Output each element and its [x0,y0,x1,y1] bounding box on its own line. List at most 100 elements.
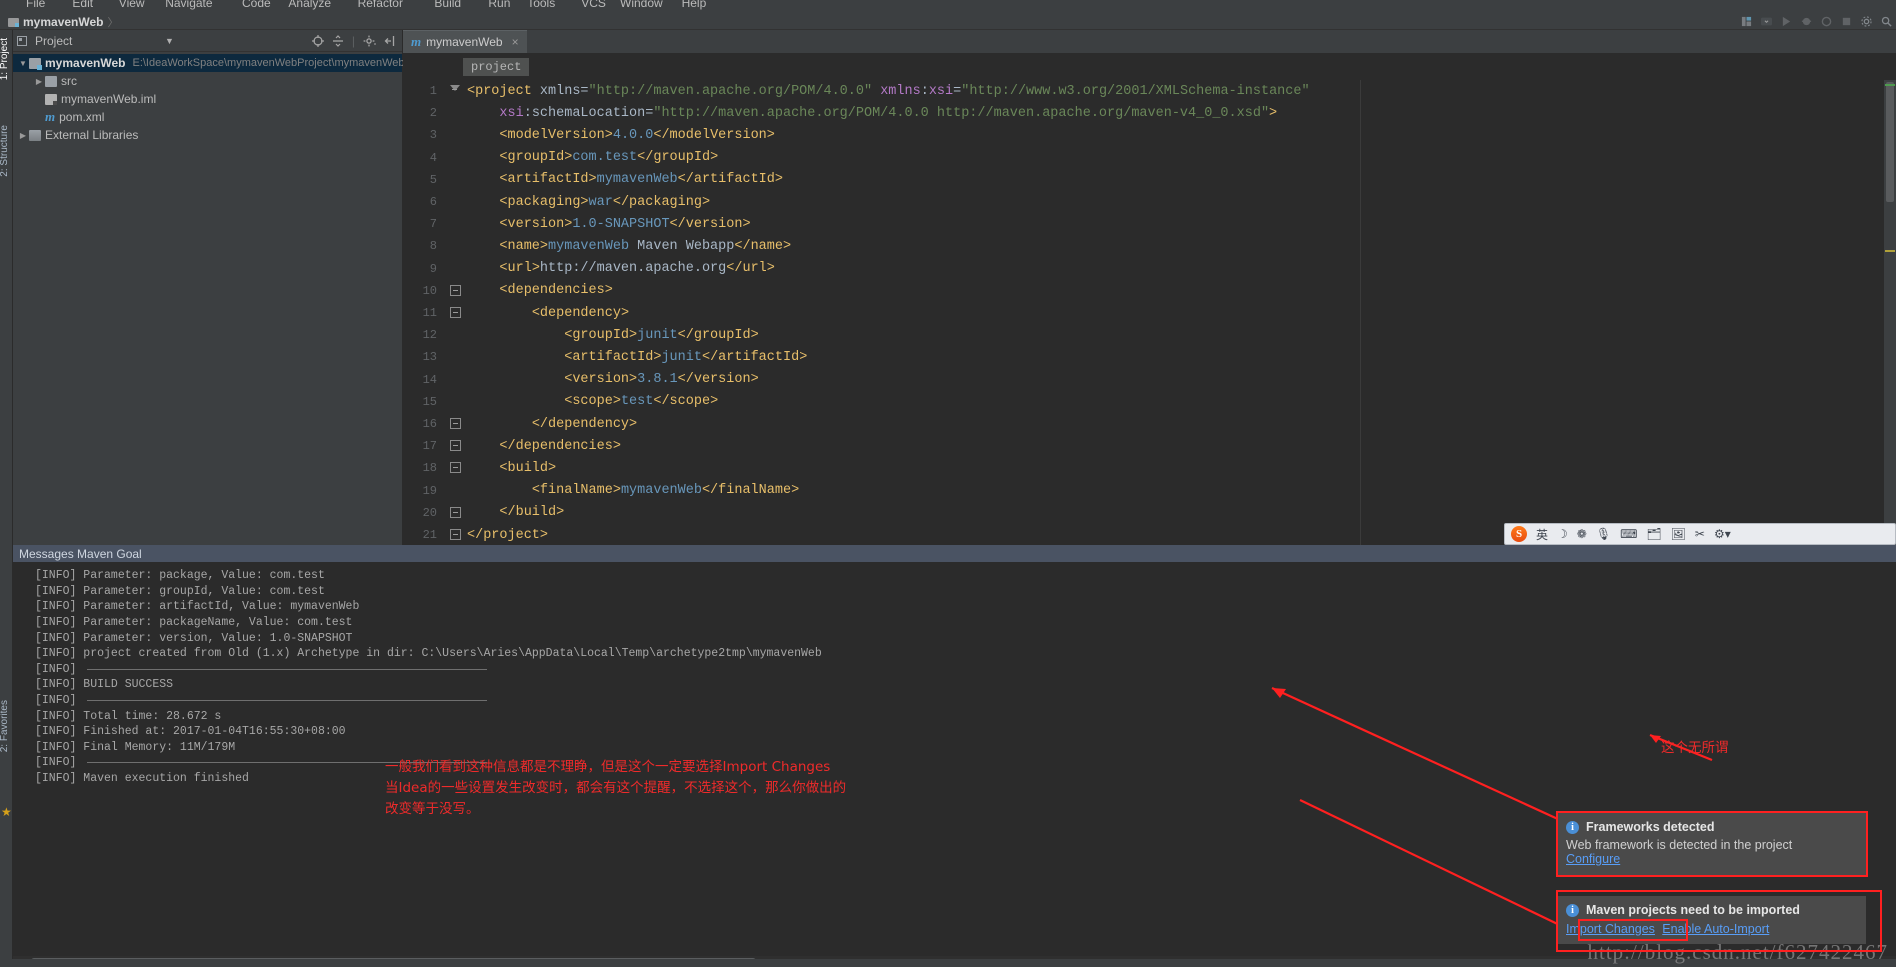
code-line[interactable]: 1 <project xmlns="http://maven.apache.org… [403,80,1896,102]
project-tree[interactable]: ▼ mymavenWeb E:\IdeaWorkSpace\mymavenWebPr… [13,52,405,144]
window-controls[interactable] [1741,13,1892,30]
ime-image-icon[interactable]: 🖼 [1671,527,1686,541]
sogou-logo-icon[interactable]: S [1511,526,1527,542]
menu-item-refactor[interactable]: Refactor [358,0,403,10]
expand-arrow-down-icon[interactable]: ▼ [17,59,29,68]
code-line[interactable]: 16 </dependency> [403,413,1896,435]
code-line[interactable]: 18 <build> [403,457,1896,479]
database-icon[interactable] [1741,16,1752,27]
fold-marker[interactable] [450,462,461,474]
ime-box-icon[interactable]: 🗂 [1646,527,1661,541]
favorites-strip[interactable]: 2: Favorites ★ [0,700,13,967]
fold-gutter[interactable] [445,524,467,545]
fold-gutter[interactable] [445,147,467,169]
ime-mode-label[interactable]: 英 [1536,526,1548,543]
code-line[interactable]: 12 <groupId>junit</groupId> [403,324,1896,346]
fold-gutter[interactable] [445,191,467,213]
menu-item-edit[interactable]: Edit [72,0,93,10]
fold-marker[interactable] [450,529,461,540]
code-line[interactable]: 4 <groupId>com.test</groupId> [403,147,1896,169]
ime-keyboard-icon[interactable]: ⌨ [1620,527,1637,541]
code-line[interactable]: 20 </build> [403,502,1896,524]
fold-gutter[interactable] [445,369,467,391]
ime-mic-icon[interactable]: 🎙 [1596,527,1611,541]
menu-item-file[interactable]: File [26,0,45,10]
sidebar-item-project[interactable]: 1: Project [0,38,10,80]
code-editor[interactable]: 1 <project xmlns="http://maven.apache.org… [403,80,1896,545]
code-line[interactable]: 10 <dependencies> [403,280,1896,302]
run-config-dropdown-icon[interactable] [1761,16,1772,27]
breadcrumb-chip-project[interactable]: project [463,57,530,76]
console-output[interactable]: [INFO] Parameter: package, Value: com.te… [13,562,1896,786]
fold-marker[interactable] [450,85,461,96]
menu-item-tools[interactable]: Tools [527,0,555,10]
fold-gutter[interactable] [445,391,467,413]
fold-gutter[interactable] [445,435,467,457]
fold-gutter[interactable] [445,258,467,280]
code-line[interactable]: 9 <url>http://maven.apache.org</url> [403,258,1896,280]
fold-gutter[interactable] [445,80,467,102]
ime-toolbar[interactable]: S 英 ☽ ❁ 🎙 ⌨ 🗂 🖼 ✂ ⚙▾ [1504,523,1896,545]
hide-panel-icon[interactable] [384,35,396,47]
chevron-down-icon[interactable]: ▼ [165,36,174,46]
fold-gutter[interactable] [445,235,467,257]
collapse-all-icon[interactable] [332,34,344,47]
fold-marker[interactable] [450,284,461,296]
fold-gutter[interactable] [445,502,467,524]
debug-icon[interactable] [1801,16,1812,27]
editor-tab-bar[interactable]: m mymavenWeb × [403,30,1896,53]
menu-item-analyze[interactable]: Analyze [288,0,331,10]
menu-item-help[interactable]: Help [682,0,707,10]
ime-scissors-icon[interactable]: ✂ [1695,527,1705,541]
code-line[interactable]: 6 <packaging>war</packaging> [403,191,1896,213]
code-line[interactable]: 3 <modelVersion>4.0.0</modelVersion> [403,124,1896,146]
menu-item-navigate[interactable]: Navigate [165,0,212,10]
menu-item-view[interactable]: View [119,0,145,10]
stop-icon[interactable] [1841,16,1852,27]
gear-icon[interactable] [363,35,376,47]
menu-item-vcs[interactable]: VCS [581,0,606,10]
menu-item-code[interactable]: Code [242,0,271,10]
code-line[interactable]: 19 <finalName>mymavenWeb</finalName> [403,480,1896,502]
fold-gutter[interactable] [445,457,467,479]
fold-gutter[interactable] [445,324,467,346]
tree-node-mymavenweb[interactable]: ▼ mymavenWeb E:\IdeaWorkSpace\mymavenWebPr… [13,54,405,72]
code-line[interactable]: 2 xsi:schemaLocation="http://maven.apach… [403,102,1896,124]
ime-settings-icon[interactable]: ⚙▾ [1714,527,1731,541]
close-icon[interactable]: × [512,35,519,49]
ime-flower-icon[interactable]: ❁ [1577,527,1587,541]
code-line[interactable]: 8 <name>mymavenWeb Maven Webapp</name> [403,235,1896,257]
fold-marker[interactable] [450,440,461,452]
expand-arrow-right-icon[interactable]: ▶ [33,77,45,86]
code-line[interactable]: 5 <artifactId>mymavenWeb</artifactId> [403,169,1896,191]
fold-gutter[interactable] [445,346,467,368]
fold-gutter[interactable] [445,124,467,146]
fold-marker[interactable] [450,307,461,318]
fold-gutter[interactable] [445,213,467,235]
tree-node-external-libraries[interactable]: ▶ External Libraries [13,126,402,144]
search-icon[interactable] [1881,16,1892,27]
fold-gutter[interactable] [445,480,467,502]
settings-icon[interactable] [1861,16,1872,27]
fold-gutter[interactable] [445,413,467,435]
ime-moon-icon[interactable]: ☽ [1557,527,1568,541]
expand-arrow-right-icon[interactable]: ▶ [17,131,29,140]
run-icon[interactable] [1781,16,1792,27]
coverage-icon[interactable] [1821,16,1832,27]
menu-bar[interactable]: File Edit View Navigate Code Analyze Refactor B… [0,0,1896,13]
menu-item-run[interactable]: Run [488,0,510,10]
menu-item-build[interactable]: Build [434,0,461,10]
fold-marker[interactable] [450,506,461,518]
tree-node-src[interactable]: ▶ src [13,72,402,90]
tree-node-mymavenweb-iml[interactable]: mymavenWeb.iml [13,90,402,108]
fold-gutter[interactable] [445,102,467,124]
breadcrumb[interactable]: mymavenWeb 〉 [8,14,118,30]
code-line[interactable]: 15 <scope>test</scope> [403,391,1896,413]
fold-gutter[interactable] [445,280,467,302]
target-icon[interactable] [311,34,324,47]
code-line[interactable]: 13 <artifactId>junit</artifactId> [403,346,1896,368]
code-line[interactable]: 11 <dependency> [403,302,1896,324]
code-line[interactable]: 7 <version>1.0-SNAPSHOT</version> [403,213,1896,235]
menu-item-window[interactable]: Window [620,0,663,10]
tree-node-pom-xml[interactable]: m pom.xml [13,108,402,126]
